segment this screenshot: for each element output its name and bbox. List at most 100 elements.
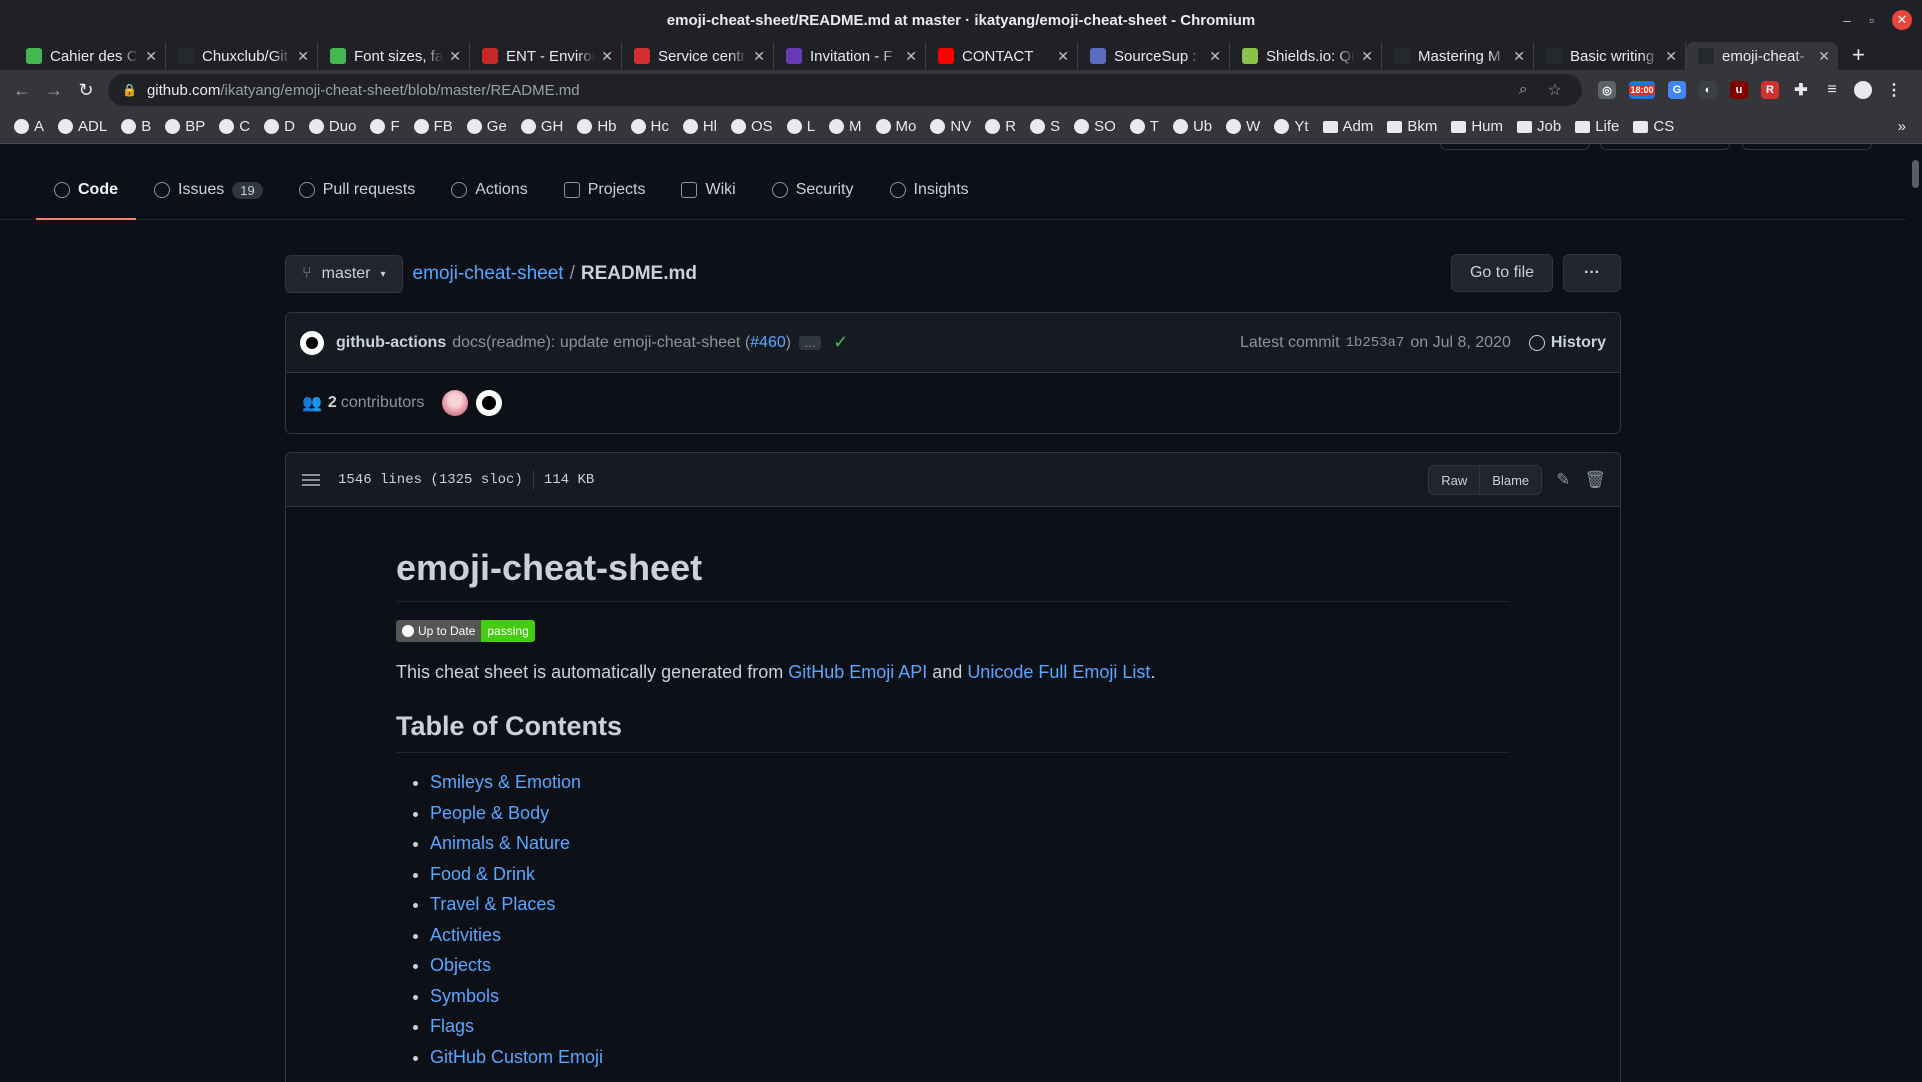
tab-close-icon[interactable]: ✕	[1361, 48, 1373, 65]
bookmark-item[interactable]: C	[219, 118, 250, 135]
contributor-avatar[interactable]	[476, 390, 503, 416]
toc-link[interactable]: Flags	[430, 1016, 474, 1036]
tab-issues[interactable]: Issues 19	[136, 174, 281, 206]
commit-sha[interactable]: 1b253a7	[1346, 335, 1405, 351]
tab-actions[interactable]: Actions	[433, 174, 545, 206]
check-icon[interactable]: ✓	[833, 332, 848, 353]
browser-tab[interactable]: SourceSup : I ✕	[1078, 42, 1230, 70]
bookmark-item[interactable]: Ub	[1172, 118, 1212, 135]
bookmark-item[interactable]: M	[829, 118, 862, 135]
raw-button[interactable]: Raw	[1429, 466, 1480, 494]
close-window-icon[interactable]: ✕	[1892, 10, 1912, 30]
tab-close-icon[interactable]: ✕	[601, 48, 613, 65]
bookmark-folder[interactable]: Bkm	[1387, 118, 1437, 135]
go-to-file-button[interactable]: Go to file	[1450, 254, 1554, 292]
blame-button[interactable]: Blame	[1479, 466, 1542, 494]
tab-insights[interactable]: Insights	[872, 174, 987, 206]
bookmark-folder[interactable]: Life	[1575, 118, 1619, 135]
github-actions-avatar[interactable]	[300, 330, 324, 355]
ublock-icon[interactable]: u	[1730, 81, 1748, 99]
tab-close-icon[interactable]: ✕	[145, 48, 157, 65]
browser-tab[interactable]: Font sizes, fa ✕	[318, 42, 470, 70]
tab-pull-requests[interactable]: Pull requests	[281, 174, 434, 206]
media-control-icon[interactable]: ≡	[1823, 81, 1841, 99]
commit-pr-link[interactable]: #460	[750, 334, 786, 351]
tab-wiki[interactable]: Wiki	[663, 174, 753, 206]
tab-close-icon[interactable]: ✕	[1818, 48, 1830, 65]
bookmark-folder[interactable]: Adm	[1322, 118, 1373, 135]
browser-tab[interactable]: Basic writing ✕	[1534, 42, 1686, 70]
translate-icon[interactable]: G	[1668, 81, 1686, 99]
bookmark-item[interactable]: Ge	[466, 118, 507, 135]
forward-icon[interactable]: →	[38, 80, 70, 101]
reload-icon[interactable]: ↻	[70, 80, 102, 101]
toc-link[interactable]: Travel & Places	[430, 894, 555, 914]
bookmark-item[interactable]: Hc	[630, 118, 669, 135]
back-icon[interactable]: ←	[6, 80, 38, 101]
tab-close-icon[interactable]: ✕	[1057, 48, 1069, 65]
tab-close-icon[interactable]: ✕	[297, 48, 309, 65]
breadcrumb-repo-link[interactable]: emoji-cheat-sheet	[413, 263, 564, 284]
toc-link[interactable]: Animals & Nature	[430, 833, 570, 853]
toc-link[interactable]: GitHub Custom Emoji	[430, 1047, 603, 1067]
browser-tab[interactable]: Cahier des Ch ✕	[14, 42, 166, 70]
toc-link[interactable]: People & Body	[430, 803, 549, 823]
bookmark-item[interactable]: Mo	[875, 118, 916, 135]
bookmark-item[interactable]: R	[985, 118, 1016, 135]
bookmark-item[interactable]: T	[1129, 118, 1159, 135]
minimize-icon[interactable]: –	[1843, 12, 1851, 28]
browser-tab[interactable]: Service centr ✕	[622, 42, 774, 70]
scrollbar[interactable]	[1908, 144, 1922, 1082]
puzzle-icon[interactable]: ✚	[1792, 81, 1810, 99]
bookmark-item[interactable]: D	[264, 118, 295, 135]
profile-avatar[interactable]	[1854, 81, 1872, 99]
browser-tab[interactable]: Shields.io: Qu ✕	[1230, 42, 1382, 70]
trash-icon[interactable]: 🗑	[1584, 470, 1606, 490]
toc-link[interactable]: Objects	[430, 955, 491, 975]
bookmark-item[interactable]: OS	[731, 118, 773, 135]
extension-icon[interactable]: ◎	[1598, 81, 1616, 99]
bookmark-item[interactable]: Yt	[1274, 118, 1309, 135]
bookmark-item[interactable]: BP	[165, 118, 205, 135]
tab-close-icon[interactable]: ✕	[1513, 48, 1525, 65]
bookmark-item[interactable]: S	[1030, 118, 1060, 135]
toc-link[interactable]: Smileys & Emotion	[430, 772, 581, 792]
browser-tab[interactable]: Chuxclub/Git ✕	[166, 42, 318, 70]
unicode-emoji-list-link[interactable]: Unicode Full Emoji List	[967, 662, 1150, 682]
address-bar[interactable]: 🔒 github.com/ikatyang/emoji-cheat-sheet/…	[108, 74, 1582, 106]
bookmark-folder[interactable]: CS	[1633, 118, 1674, 135]
scrollbar-thumb[interactable]	[1912, 160, 1919, 188]
browser-tab[interactable]: Invitation - F ✕	[774, 42, 926, 70]
browser-tab[interactable]: Mastering M ✕	[1382, 42, 1534, 70]
pencil-icon[interactable]: ✎	[1556, 470, 1570, 490]
commit-expand-button[interactable]: …	[799, 335, 822, 350]
github-emoji-api-link[interactable]: GitHub Emoji API	[788, 662, 927, 682]
bookmark-item[interactable]: Hl	[682, 118, 717, 135]
bookmark-item[interactable]: L	[786, 118, 815, 135]
tab-projects[interactable]: Projects	[546, 174, 664, 206]
tab-close-icon[interactable]: ✕	[1665, 48, 1677, 65]
bookmark-item[interactable]: GH	[520, 118, 563, 135]
bookmark-item[interactable]: A	[14, 118, 44, 135]
commit-message[interactable]: docs(readme): update emoji-cheat-sheet (…	[452, 334, 791, 352]
history-link[interactable]: History	[1528, 334, 1606, 352]
outline-list-icon[interactable]	[302, 473, 320, 486]
dark-reader-icon[interactable]: ◐	[1699, 81, 1717, 99]
browser-tab[interactable]: ENT - Environ ✕	[470, 42, 622, 70]
lock-icon[interactable]: 🔒	[122, 83, 137, 97]
contributor-avatar[interactable]	[442, 390, 469, 416]
bookmark-item[interactable]: FB	[413, 118, 453, 135]
browser-tab[interactable]: CONTACT ✕	[926, 42, 1078, 70]
clock-extension-icon[interactable]: 18:00	[1629, 81, 1655, 99]
toc-link[interactable]: Activities	[430, 925, 501, 945]
tab-close-icon[interactable]: ✕	[753, 48, 765, 65]
tab-close-icon[interactable]: ✕	[905, 48, 917, 65]
bookmark-item[interactable]: Duo	[308, 118, 356, 135]
readwise-icon[interactable]: R	[1761, 81, 1779, 99]
new-tab-icon[interactable]: +	[1852, 42, 1865, 70]
tab-security[interactable]: Security	[754, 174, 872, 206]
tab-close-icon[interactable]: ✕	[449, 48, 461, 65]
zoom-icon[interactable]: ⌕	[1519, 81, 1528, 99]
bookmark-item[interactable]: W	[1226, 118, 1260, 135]
browser-tab[interactable]: emoji-cheat- ✕	[1686, 42, 1838, 70]
